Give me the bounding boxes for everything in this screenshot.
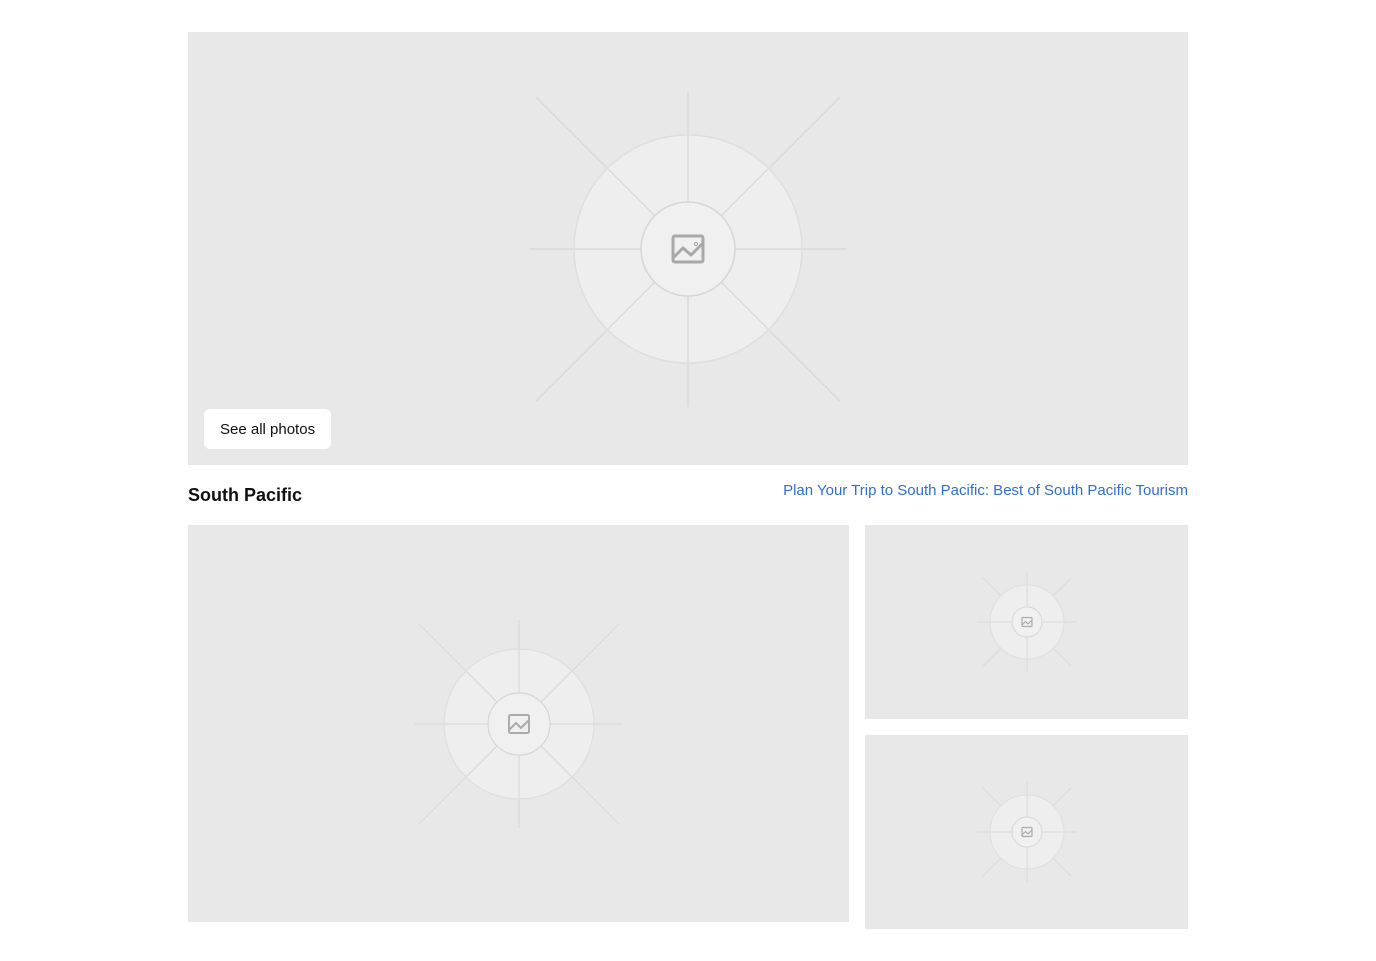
page: See all photos South Pacific Plan Your T… [0,0,1376,961]
plan-your-trip-link[interactable]: Plan Your Trip to South Pacific: Best of… [783,481,1188,501]
image-placeholder-icon [976,572,1077,672]
section-title: South Pacific [188,485,303,505]
image-placeholder-icon [414,619,623,828]
hero-image[interactable]: See all photos [188,32,1188,465]
gallery-side-image-2[interactable] [865,735,1188,929]
image-placeholder-icon [976,782,1077,882]
image-placeholder-icon [530,90,846,407]
see-all-photos-button[interactable]: See all photos [204,409,332,449]
gallery-main-image[interactable] [188,525,849,922]
gallery-side-image-1[interactable] [865,525,1188,719]
